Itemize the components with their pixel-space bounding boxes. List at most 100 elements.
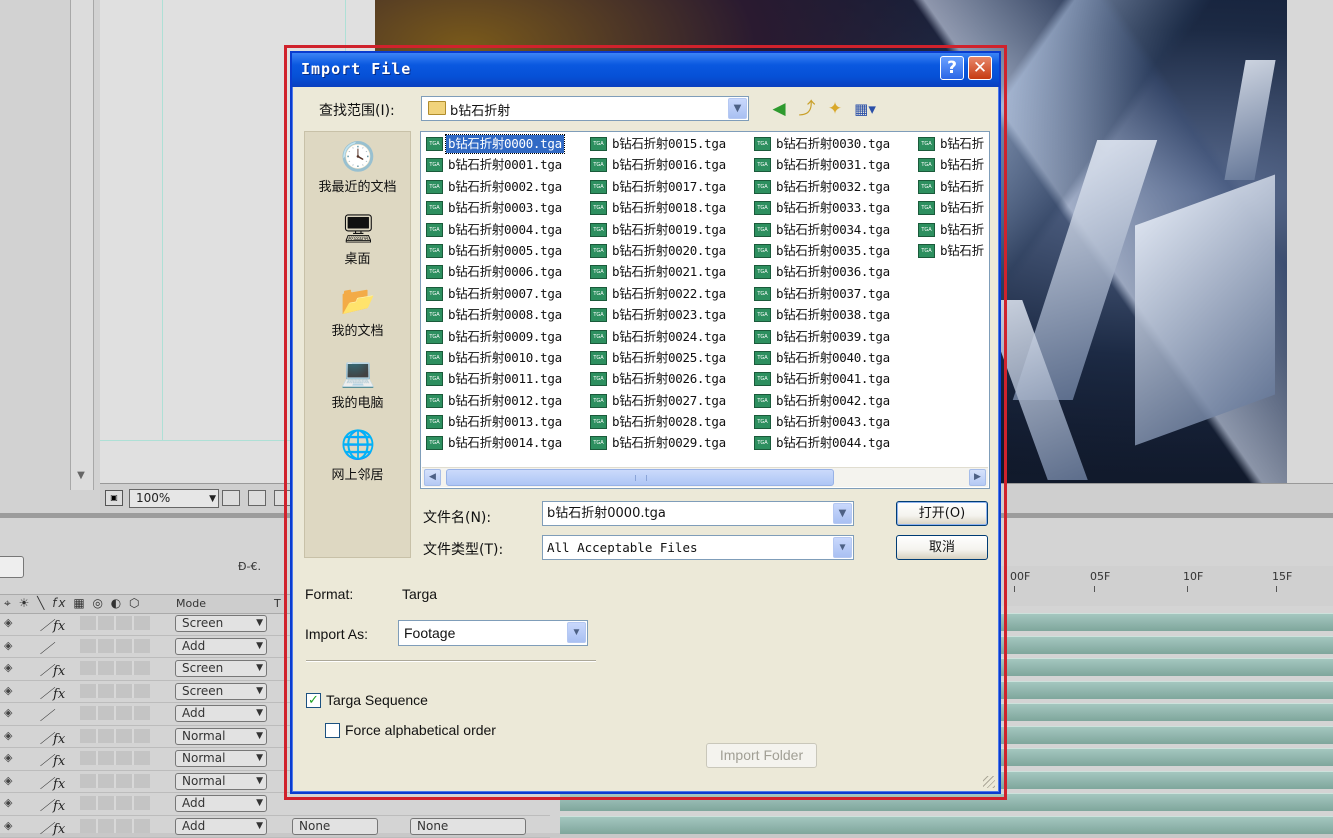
file-item[interactable]: TGAb钻石折 (915, 199, 986, 220)
file-item[interactable]: TGAb钻石折射0040.tga (751, 349, 892, 370)
switch-cells[interactable] (80, 796, 150, 810)
up-folder-icon[interactable]: ⤴ (796, 98, 818, 120)
eye-icon[interactable]: ◈ (4, 639, 12, 652)
layer-row[interactable]: ◈／fxAdd▼NoneNone (0, 816, 550, 838)
file-name-input[interactable]: b钻石折射0000.tga ▼ (542, 501, 854, 526)
mode-select[interactable]: Screen▼ (175, 660, 267, 677)
file-item[interactable]: TGAb钻石折射0012.tga (423, 392, 564, 413)
file-item[interactable]: TGAb钻石折 (915, 221, 986, 242)
file-item[interactable]: TGAb钻石折射0036.tga (751, 263, 892, 284)
file-item[interactable]: TGAb钻石折射0042.tga (751, 392, 892, 413)
cancel-button[interactable]: 取消 (896, 535, 988, 560)
switch-cells[interactable] (80, 661, 150, 675)
file-item[interactable]: TGAb钻石折 (915, 135, 986, 156)
file-item[interactable]: TGAb钻石折射0015.tga (587, 135, 728, 156)
view-menu-icon[interactable]: ▦▾ (854, 98, 876, 120)
time-ruler[interactable]: 00F 05F 10F 15F (1000, 566, 1333, 606)
quality-switch-icon[interactable]: ／ (40, 705, 53, 724)
file-item[interactable]: TGAb钻石折射0021.tga (587, 263, 728, 284)
mode-select[interactable]: Add▼ (175, 818, 267, 835)
chevron-down-icon[interactable]: ▼ (833, 537, 852, 558)
switch-cells[interactable] (80, 706, 150, 720)
file-item[interactable]: TGAb钻石折射0017.tga (587, 178, 728, 199)
fx-switch-icon[interactable]: ／fx (40, 728, 65, 747)
chevron-down-icon[interactable]: ▼ (567, 622, 586, 643)
place-network[interactable]: 🌐 网上邻居 (305, 428, 410, 483)
file-item[interactable]: TGAb钻石折射0022.tga (587, 285, 728, 306)
look-in-select[interactable]: b钻石折射 ▼ (421, 96, 749, 121)
file-item[interactable]: TGAb钻石折射0044.tga (751, 434, 892, 455)
file-item[interactable]: TGAb钻石折射0032.tga (751, 178, 892, 199)
eye-icon[interactable]: ◈ (4, 616, 12, 629)
file-item[interactable]: TGAb钻石折 (915, 242, 986, 263)
file-item[interactable]: TGAb钻石折射0038.tga (751, 306, 892, 327)
eye-icon[interactable]: ◈ (4, 706, 12, 719)
quality-switch-icon[interactable]: ／ (40, 638, 53, 657)
file-item[interactable]: TGAb钻石折射0016.tga (587, 156, 728, 177)
file-item[interactable]: TGAb钻石折射0011.tga (423, 370, 564, 391)
file-item[interactable]: TGAb钻石折射0007.tga (423, 285, 564, 306)
import-as-select[interactable]: Footage ▼ (398, 620, 588, 646)
fx-switch-icon[interactable]: ／fx (40, 773, 65, 792)
parent-select[interactable]: None (410, 818, 526, 835)
file-item[interactable]: TGAb钻石折射0041.tga (751, 370, 892, 391)
place-my-computer[interactable]: 💻 我的电脑 (305, 356, 410, 411)
file-item[interactable]: TGAb钻石折射0001.tga (423, 156, 564, 177)
file-item[interactable]: TGAb钻石折射0005.tga (423, 242, 564, 263)
switch-cells[interactable] (80, 819, 150, 833)
file-item[interactable]: TGAb钻石折射0024.tga (587, 328, 728, 349)
file-item[interactable]: TGAb钻石折射0006.tga (423, 263, 564, 284)
file-item[interactable]: TGAb钻石折射0013.tga (423, 413, 564, 434)
switch-cells[interactable] (80, 729, 150, 743)
new-folder-icon[interactable]: ✦ (824, 98, 846, 120)
mode-select[interactable]: Add▼ (175, 638, 267, 655)
zoom-select[interactable]: 100%▼ (129, 489, 219, 508)
file-item[interactable]: TGAb钻石折射0029.tga (587, 434, 728, 455)
scrollbar-track[interactable] (70, 0, 94, 490)
scroll-left-icon[interactable]: ◀ (424, 469, 441, 486)
mode-select[interactable]: Add▼ (175, 705, 267, 722)
eye-icon[interactable]: ◈ (4, 774, 12, 787)
mode-select[interactable]: Screen▼ (175, 615, 267, 632)
eye-icon[interactable]: ◈ (4, 661, 12, 674)
fx-switch-icon[interactable]: ／fx (40, 615, 65, 634)
resize-grip-icon[interactable] (983, 776, 995, 788)
eye-icon[interactable]: ◈ (4, 751, 12, 764)
horizontal-scrollbar[interactable]: ◀ ▶ (422, 467, 988, 487)
file-item[interactable]: TGAb钻石折射0031.tga (751, 156, 892, 177)
track-matte-select[interactable]: None (292, 818, 378, 835)
force-alphabetical-checkbox[interactable] (325, 723, 340, 738)
switch-cells[interactable] (80, 774, 150, 788)
layer-bar[interactable] (560, 816, 1333, 834)
resolution-icon[interactable] (222, 490, 240, 506)
file-item[interactable]: TGAb钻石折射0023.tga (587, 306, 728, 327)
file-item[interactable]: TGAb钻石折射0003.tga (423, 199, 564, 220)
file-item[interactable]: TGAb钻石折射0027.tga (587, 392, 728, 413)
dialog-titlebar[interactable]: Import File ? ✕ (292, 53, 999, 87)
close-button[interactable]: ✕ (968, 56, 992, 80)
file-item[interactable]: TGAb钻石折射0037.tga (751, 285, 892, 306)
place-my-documents[interactable]: 📂 我的文档 (305, 284, 410, 339)
switch-cells[interactable] (80, 639, 150, 653)
file-item[interactable]: TGAb钻石折射0009.tga (423, 328, 564, 349)
fx-switch-icon[interactable]: ／fx (40, 660, 65, 679)
file-item[interactable]: TGAb钻石折射0033.tga (751, 199, 892, 220)
eye-icon[interactable]: ◈ (4, 796, 12, 809)
timeline-search-input[interactable] (0, 556, 24, 578)
place-recent[interactable]: 🕓 我最近的文档 (305, 140, 410, 195)
file-item[interactable]: TGAb钻石折 (915, 156, 986, 177)
file-item[interactable]: TGAb钻石折射0014.tga (423, 434, 564, 455)
fx-switch-icon[interactable]: ／fx (40, 818, 65, 837)
file-item[interactable]: TGAb钻石折射0020.tga (587, 242, 728, 263)
eye-icon[interactable]: ◈ (4, 684, 12, 697)
open-button[interactable]: 打开(O) (896, 501, 988, 526)
region-icon[interactable] (248, 490, 266, 506)
import-folder-button[interactable]: Import Folder (706, 743, 817, 768)
fx-switch-icon[interactable]: ／fx (40, 750, 65, 769)
back-icon[interactable]: ◀ (768, 98, 790, 120)
file-item[interactable]: TGAb钻石折射0002.tga (423, 178, 564, 199)
scrollbar-thumb[interactable] (446, 469, 834, 486)
file-item[interactable]: TGAb钻石折射0010.tga (423, 349, 564, 370)
switch-cells[interactable] (80, 751, 150, 765)
file-item[interactable]: TGAb钻石折射0034.tga (751, 221, 892, 242)
